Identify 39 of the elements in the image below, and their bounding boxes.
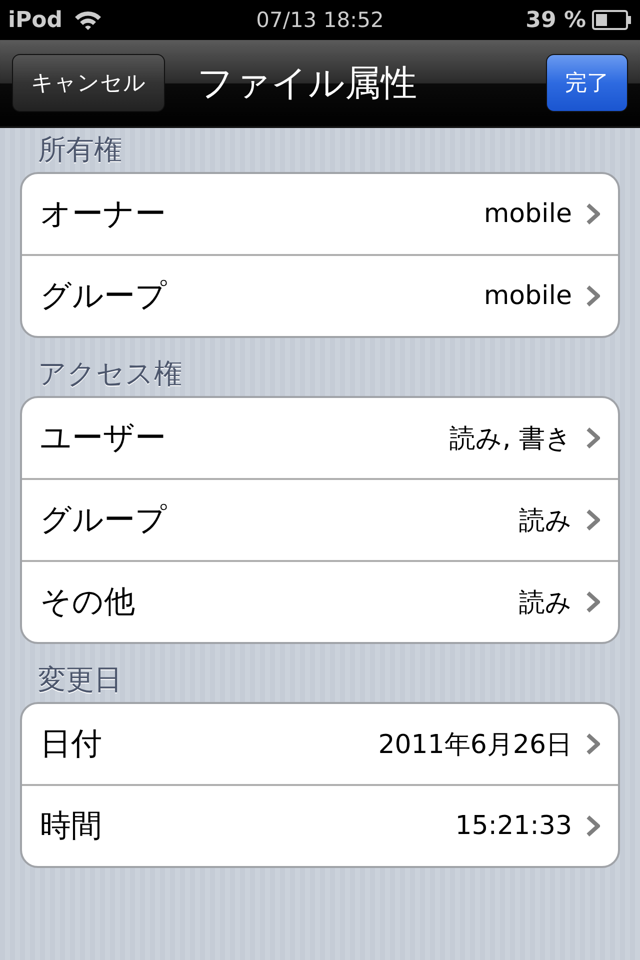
battery-percent: 39 % [526, 8, 586, 32]
settings-row[interactable]: グループ 読み [22, 478, 618, 560]
screen-title: ファイル属性 [197, 62, 417, 106]
carrier-name: iPod [8, 8, 63, 32]
row-value: mobile [484, 199, 572, 229]
row-label: グループ [40, 277, 168, 316]
row-label: オーナー [40, 195, 167, 234]
row-value: 読み [519, 504, 572, 538]
row-value: mobile [484, 281, 572, 311]
settings-row[interactable]: オーナー mobile [22, 174, 618, 254]
settings-row[interactable]: 時間 15:21:33 [22, 784, 618, 866]
chevron-icon [586, 815, 600, 837]
section-header: アクセス権 [37, 356, 183, 392]
cancel-button[interactable]: キャンセル [12, 54, 165, 112]
row-value: 2011年6月26日 [378, 728, 572, 762]
settings-row[interactable]: その他 読み [22, 560, 618, 642]
row-label: 日付 [40, 725, 103, 764]
done-button[interactable]: 完了 [546, 54, 628, 112]
settings-row[interactable]: ユーザー 読み, 書き [22, 398, 618, 478]
status-time: 07/13 18:52 [256, 8, 384, 32]
chevron-icon [586, 509, 600, 531]
wifi-icon [72, 9, 103, 31]
settings-row[interactable]: グループ mobile [22, 254, 618, 336]
row-value: 読み, 書き [449, 422, 572, 456]
row-label: その他 [40, 583, 136, 622]
chevron-icon [586, 591, 600, 613]
chevron-icon [586, 733, 600, 755]
battery-icon [592, 10, 632, 30]
chevron-icon [586, 285, 600, 307]
row-label: グループ [40, 501, 168, 540]
section-header: 所有権 [37, 132, 123, 168]
chevron-icon [586, 203, 600, 225]
settings-row[interactable]: 日付 2011年6月26日 [22, 704, 618, 784]
chevron-icon [586, 427, 600, 449]
row-value: 読み [519, 586, 572, 620]
row-label: 時間 [40, 807, 103, 846]
row-label: ユーザー [40, 419, 167, 458]
row-value: 15:21:33 [455, 811, 572, 841]
section-header: 変更日 [37, 662, 123, 698]
